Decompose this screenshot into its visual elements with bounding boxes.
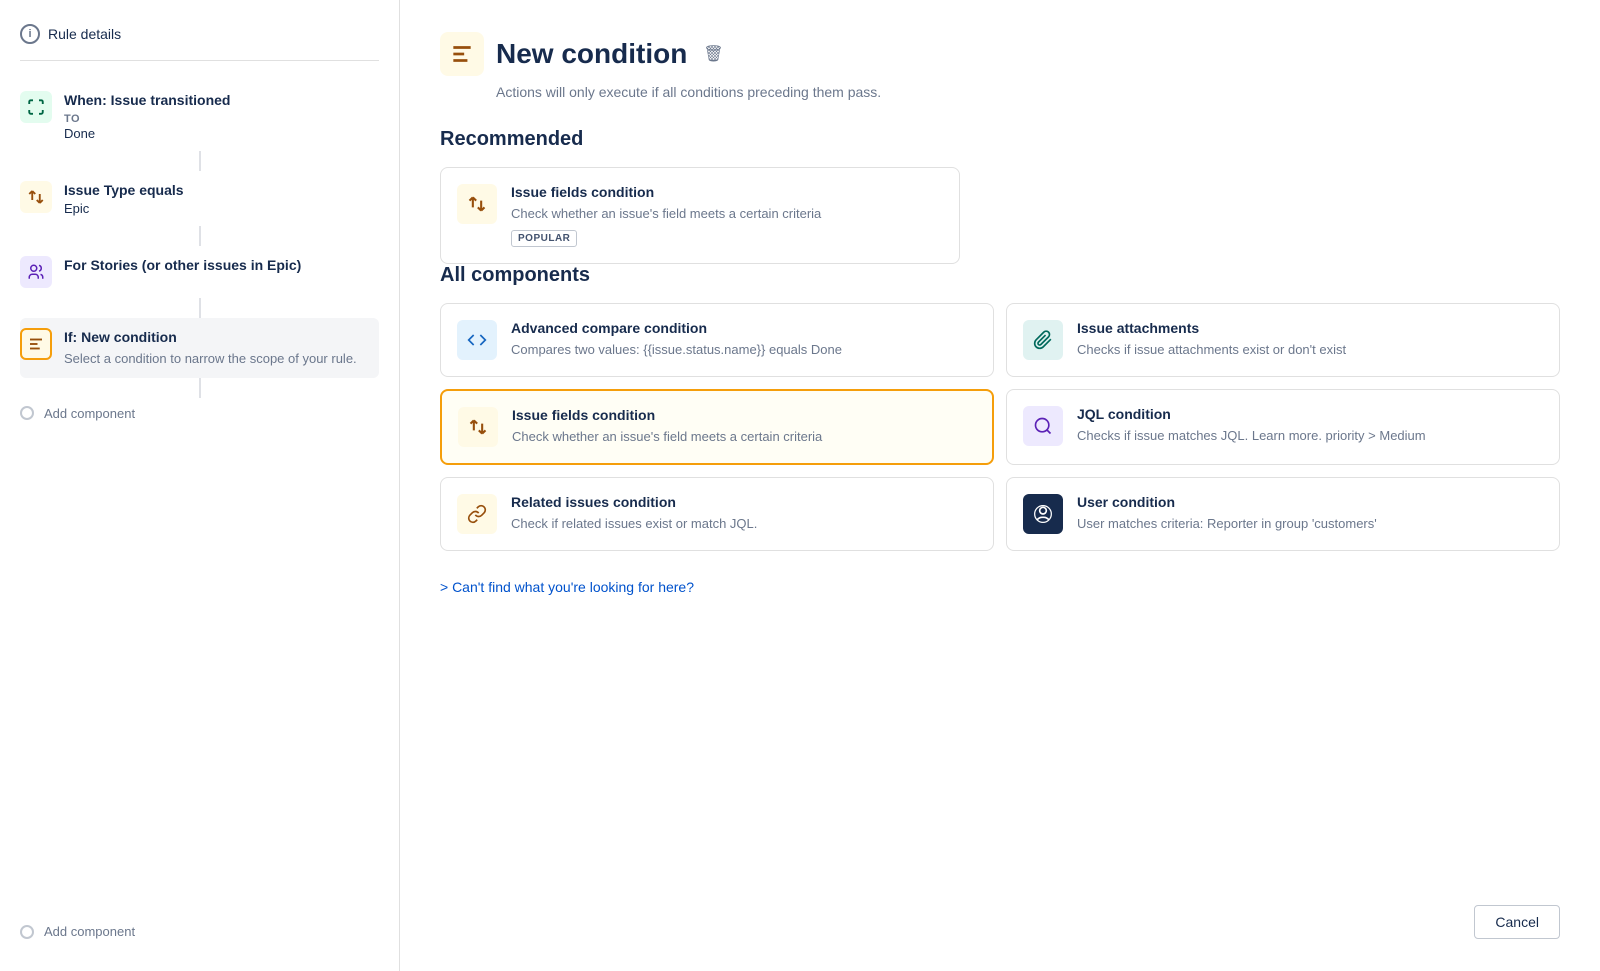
add-component-bottom-label: Add component [44,924,135,939]
condition1-content: Issue Type equals Epic [64,181,379,217]
all-components-section-title: All components [440,264,1560,287]
user-condition-content: User condition User matches criteria: Re… [1077,494,1543,534]
issue-fields-title: Issue fields condition [512,407,976,423]
trigger-title: When: Issue transitioned [64,91,379,111]
trigger-content: When: Issue transitioned TO Done [64,91,379,141]
rule-details-row[interactable]: i Rule details [20,24,379,61]
issue-fields-desc: Check whether an issue's field meets a c… [512,427,976,447]
add-component-inner[interactable]: Add component [20,398,379,429]
pipeline-item-trigger[interactable]: When: Issue transitioned TO Done [20,81,379,151]
card-issue-attachments[interactable]: Issue attachments Checks if issue attach… [1006,303,1560,377]
issue-fields-content: Issue fields condition Check whether an … [512,407,976,447]
sidebar: i Rule details When: Issue transitioned … [0,0,400,971]
recommended-cards: Issue fields condition Check whether an … [440,167,960,264]
cant-find-text: > Can't find what you're looking for her… [440,579,694,595]
condition1-icon [20,181,52,213]
condition1-value: Epic [64,201,379,216]
page-header: New condition 🗑 [440,32,1560,76]
new-condition-content: If: New condition Select a condition to … [64,328,379,368]
for-stories-title: For Stories (or other issues in Epic) [64,256,379,276]
rec-issue-fields-content: Issue fields condition Check whether an … [511,184,943,247]
for-stories-icon [20,256,52,288]
recommended-section-title: Recommended [440,128,1560,151]
connector-line-2 [199,226,201,246]
add-component-inner-label: Add component [44,406,135,421]
main-content: New condition 🗑 Actions will only execut… [400,0,1600,971]
pipeline: When: Issue transitioned TO Done Issue T… [20,81,379,429]
issue-attachments-title: Issue attachments [1077,320,1543,336]
rec-issue-fields-title: Issue fields condition [511,184,943,200]
related-issues-desc: Check if related issues exist or match J… [511,514,977,534]
add-component-bottom[interactable]: Add component [20,916,379,947]
jql-condition-icon [1023,406,1063,446]
related-issues-title: Related issues condition [511,494,977,510]
popular-badge: POPULAR [511,230,577,247]
advanced-compare-title: Advanced compare condition [511,320,977,336]
card-issue-fields[interactable]: Issue fields condition Check whether an … [440,389,994,465]
issue-attachments-icon [1023,320,1063,360]
add-component-circle-inner [20,406,34,420]
add-component-circle-bottom [20,925,34,939]
delete-icon[interactable]: 🗑 [703,44,723,64]
user-condition-icon [1023,494,1063,534]
issue-attachments-desc: Checks if issue attachments exist or don… [1077,340,1543,360]
card-advanced-compare[interactable]: Advanced compare condition Compares two … [440,303,994,377]
cancel-button[interactable]: Cancel [1474,905,1560,939]
connector-line-1 [199,151,201,171]
card-user-condition[interactable]: User condition User matches criteria: Re… [1006,477,1560,551]
connector-line-3 [199,298,201,318]
pipeline-item-for-stories[interactable]: For Stories (or other issues in Epic) [20,246,379,298]
jql-condition-content: JQL condition Checks if issue matches JQ… [1077,406,1543,446]
advanced-compare-content: Advanced compare condition Compares two … [511,320,977,360]
card-related-issues[interactable]: Related issues condition Check if relate… [440,477,994,551]
rec-issue-fields-desc: Check whether an issue's field meets a c… [511,204,943,224]
all-components-grid: Advanced compare condition Compares two … [440,303,1560,551]
advanced-compare-icon [457,320,497,360]
trigger-value: Done [64,126,379,141]
rule-details-icon: i [20,24,40,44]
pipeline-item-new-condition[interactable]: If: New condition Select a condition to … [20,318,379,378]
issue-attachments-content: Issue attachments Checks if issue attach… [1077,320,1543,360]
trigger-subtitle: TO [64,113,379,125]
condition1-title: Issue Type equals [64,181,379,201]
cant-find-link[interactable]: > Can't find what you're looking for her… [440,579,1560,595]
user-condition-title: User condition [1077,494,1543,510]
page-icon [440,32,484,76]
user-condition-desc: User matches criteria: Reporter in group… [1077,514,1543,534]
related-issues-content: Related issues condition Check if relate… [511,494,977,534]
rule-details-label: Rule details [48,26,121,42]
connector-line-4 [199,378,201,398]
jql-condition-desc: Checks if issue matches JQL. Learn more.… [1077,426,1543,446]
new-condition-title: If: New condition [64,328,379,348]
card-jql-condition[interactable]: JQL condition Checks if issue matches JQ… [1006,389,1560,465]
new-condition-desc: Select a condition to narrow the scope o… [64,350,379,368]
trigger-icon [20,91,52,123]
page-title: New condition [496,38,687,70]
for-stories-content: For Stories (or other issues in Epic) [64,256,379,288]
issue-fields-icon [458,407,498,447]
new-condition-icon [20,328,52,360]
rec-issue-fields-icon [457,184,497,224]
page-subtitle: Actions will only execute if all conditi… [496,84,1560,100]
related-issues-icon [457,494,497,534]
pipeline-item-condition1[interactable]: Issue Type equals Epic [20,171,379,227]
card-rec-issue-fields[interactable]: Issue fields condition Check whether an … [440,167,960,264]
advanced-compare-desc: Compares two values: {{issue.status.name… [511,340,977,360]
jql-condition-title: JQL condition [1077,406,1543,422]
